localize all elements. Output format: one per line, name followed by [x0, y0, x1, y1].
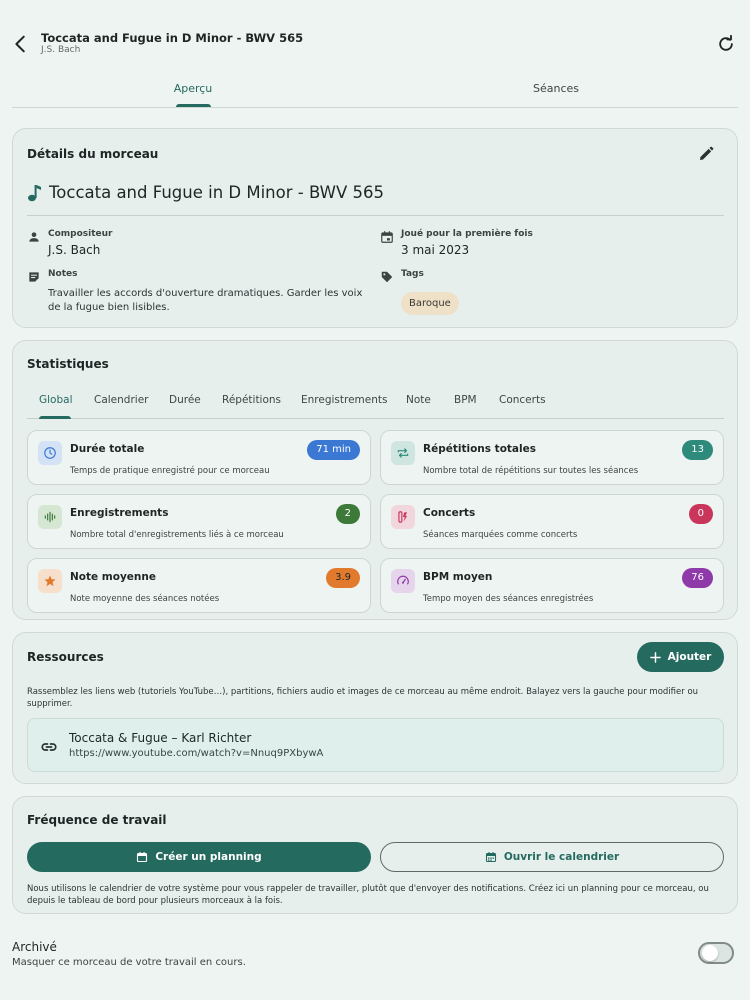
- page-title: Toccata and Fugue in D Minor - BWV 565: [41, 31, 304, 45]
- stat-label: Durée totale: [70, 443, 145, 455]
- resource-item[interactable]: Toccata & Fugue – Karl Richter https://w…: [27, 718, 724, 772]
- stat-average-rating[interactable]: Note moyenne Note moyenne des séances no…: [27, 558, 371, 613]
- stat-desc: Tempo moyen des séances enregistrées: [423, 594, 594, 604]
- stat-tab-indicator: [39, 416, 71, 419]
- waveform-icon: [38, 505, 62, 529]
- resources-help: Rassemblez les liens web (tutoriels YouT…: [27, 687, 699, 709]
- archive-title: Archivé: [12, 940, 57, 954]
- refresh-button[interactable]: [716, 34, 736, 54]
- open-calendar-button[interactable]: Ouvrir le calendrier: [380, 842, 724, 872]
- calendar-icon: [485, 852, 496, 863]
- stat-tab-bpm[interactable]: BPM: [454, 394, 477, 406]
- stat-label: Répétitions totales: [423, 443, 536, 455]
- stats-card: Statistiques Global Calendrier Durée Rép…: [12, 340, 738, 620]
- link-icon: [41, 743, 57, 751]
- refresh-icon: [719, 34, 733, 51]
- music-note-icon: [28, 185, 41, 202]
- resource-url[interactable]: https://www.youtube.com/watch?v=Nnuq9PXb…: [69, 748, 323, 759]
- resource-name: Toccata & Fugue – Karl Richter: [69, 731, 252, 745]
- gauge-icon: [391, 569, 415, 593]
- stat-recordings[interactable]: Enregistrements Nombre total d'enregistr…: [27, 494, 371, 549]
- stat-tab-duree[interactable]: Durée: [169, 394, 201, 406]
- stat-tab-note[interactable]: Note: [406, 394, 431, 406]
- stat-badge: 71 min: [307, 440, 360, 460]
- tag-icon: [381, 271, 393, 283]
- composer-label: Compositeur: [48, 229, 113, 239]
- stat-tab-concerts[interactable]: Concerts: [499, 394, 546, 406]
- first-played-label: Joué pour la première fois: [401, 229, 533, 239]
- frequency-title: Fréquence de travail: [27, 813, 167, 827]
- stat-label: BPM moyen: [423, 571, 493, 583]
- composer-value: J.S. Bach: [48, 243, 101, 257]
- stat-desc: Nombre total d'enregistrements liés à ce…: [70, 530, 284, 540]
- stat-desc: Temps de pratique enregistré pour ce mor…: [70, 466, 270, 476]
- first-played-value: 3 mai 2023: [401, 243, 470, 257]
- repeat-icon: [391, 441, 415, 465]
- frequency-help: Nous utilisons le calendrier de votre sy…: [27, 884, 709, 906]
- stat-tabs-divider: [27, 418, 724, 419]
- archive-description: Masquer ce morceau de votre travail en c…: [12, 957, 246, 968]
- resources-card: Ressources Ajouter Rassemblez les liens …: [12, 632, 738, 784]
- stat-tab-calendrier[interactable]: Calendrier: [94, 394, 148, 406]
- details-title: Détails du morceau: [27, 147, 159, 161]
- archive-toggle[interactable]: [698, 942, 734, 964]
- stat-concerts[interactable]: Concerts Séances marquées comme concerts…: [380, 494, 724, 549]
- back-arrow-icon: [15, 35, 25, 53]
- details-divider: [27, 215, 724, 216]
- back-button[interactable]: [10, 33, 32, 55]
- plus-icon: [649, 651, 661, 663]
- stat-badge: 3.9: [326, 568, 360, 588]
- add-resource-label: Ajouter: [667, 651, 712, 663]
- piece-name: Toccata and Fugue in D Minor - BWV 565: [49, 182, 385, 202]
- stat-tab-enregistrements[interactable]: Enregistrements: [301, 394, 387, 406]
- stat-average-bpm[interactable]: BPM moyen Tempo moyen des séances enregi…: [380, 558, 724, 613]
- stat-desc: Séances marquées comme concerts: [423, 530, 578, 540]
- notes-label: Notes: [48, 269, 78, 279]
- calendar-icon: [381, 231, 393, 243]
- open-calendar-label: Ouvrir le calendrier: [503, 851, 620, 863]
- edit-button[interactable]: [697, 145, 715, 163]
- stat-desc: Nombre total de répétitions sur toutes l…: [423, 466, 639, 476]
- stat-badge: 0: [688, 504, 713, 524]
- page-subtitle: J.S. Bach: [41, 45, 81, 55]
- calendar-plus-icon: [137, 852, 148, 863]
- tab-seances[interactable]: Séances: [500, 82, 612, 95]
- resources-title: Ressources: [27, 650, 104, 664]
- clock-icon: [38, 441, 62, 465]
- stat-label: Enregistrements: [70, 507, 169, 519]
- tag-chip[interactable]: Baroque: [401, 292, 459, 315]
- stat-tab-repetitions[interactable]: Répétitions: [222, 394, 281, 406]
- stat-tab-global[interactable]: Global: [39, 394, 73, 406]
- details-card: Détails du morceau Toccata and Fugue in …: [12, 128, 738, 328]
- stat-desc: Note moyenne des séances notées: [70, 594, 220, 604]
- stats-title: Statistiques: [27, 357, 109, 371]
- piece-name-row: Toccata and Fugue in D Minor - BWV 565: [27, 182, 384, 202]
- stat-badge: 13: [682, 440, 713, 460]
- stat-badge: 2: [335, 504, 360, 524]
- notes-value: Travailler les accords d'ouverture drama…: [48, 288, 363, 313]
- stat-total-repetitions[interactable]: Répétitions totales Nombre total de répé…: [380, 430, 724, 485]
- create-schedule-button[interactable]: Créer un planning: [27, 842, 371, 872]
- stat-label: Note moyenne: [70, 571, 156, 583]
- tab-divider: [12, 107, 738, 108]
- toggle-knob: [702, 945, 718, 961]
- star-icon: [38, 569, 62, 593]
- tags-label: Tags: [401, 269, 424, 279]
- person-icon: [29, 232, 39, 242]
- pencil-icon: [700, 146, 714, 160]
- tab-apercu[interactable]: Aperçu: [140, 82, 246, 95]
- add-resource-button[interactable]: Ajouter: [637, 642, 724, 672]
- notes-icon: [29, 272, 39, 282]
- stat-label: Concerts: [423, 507, 476, 519]
- stat-total-duration[interactable]: Durée totale Temps de pratique enregistr…: [27, 430, 371, 485]
- frequency-card: Fréquence de travail Créer un planning O…: [12, 796, 738, 914]
- concert-icon: [391, 505, 415, 529]
- create-schedule-label: Créer un planning: [155, 851, 262, 863]
- stat-badge: 76: [682, 568, 713, 588]
